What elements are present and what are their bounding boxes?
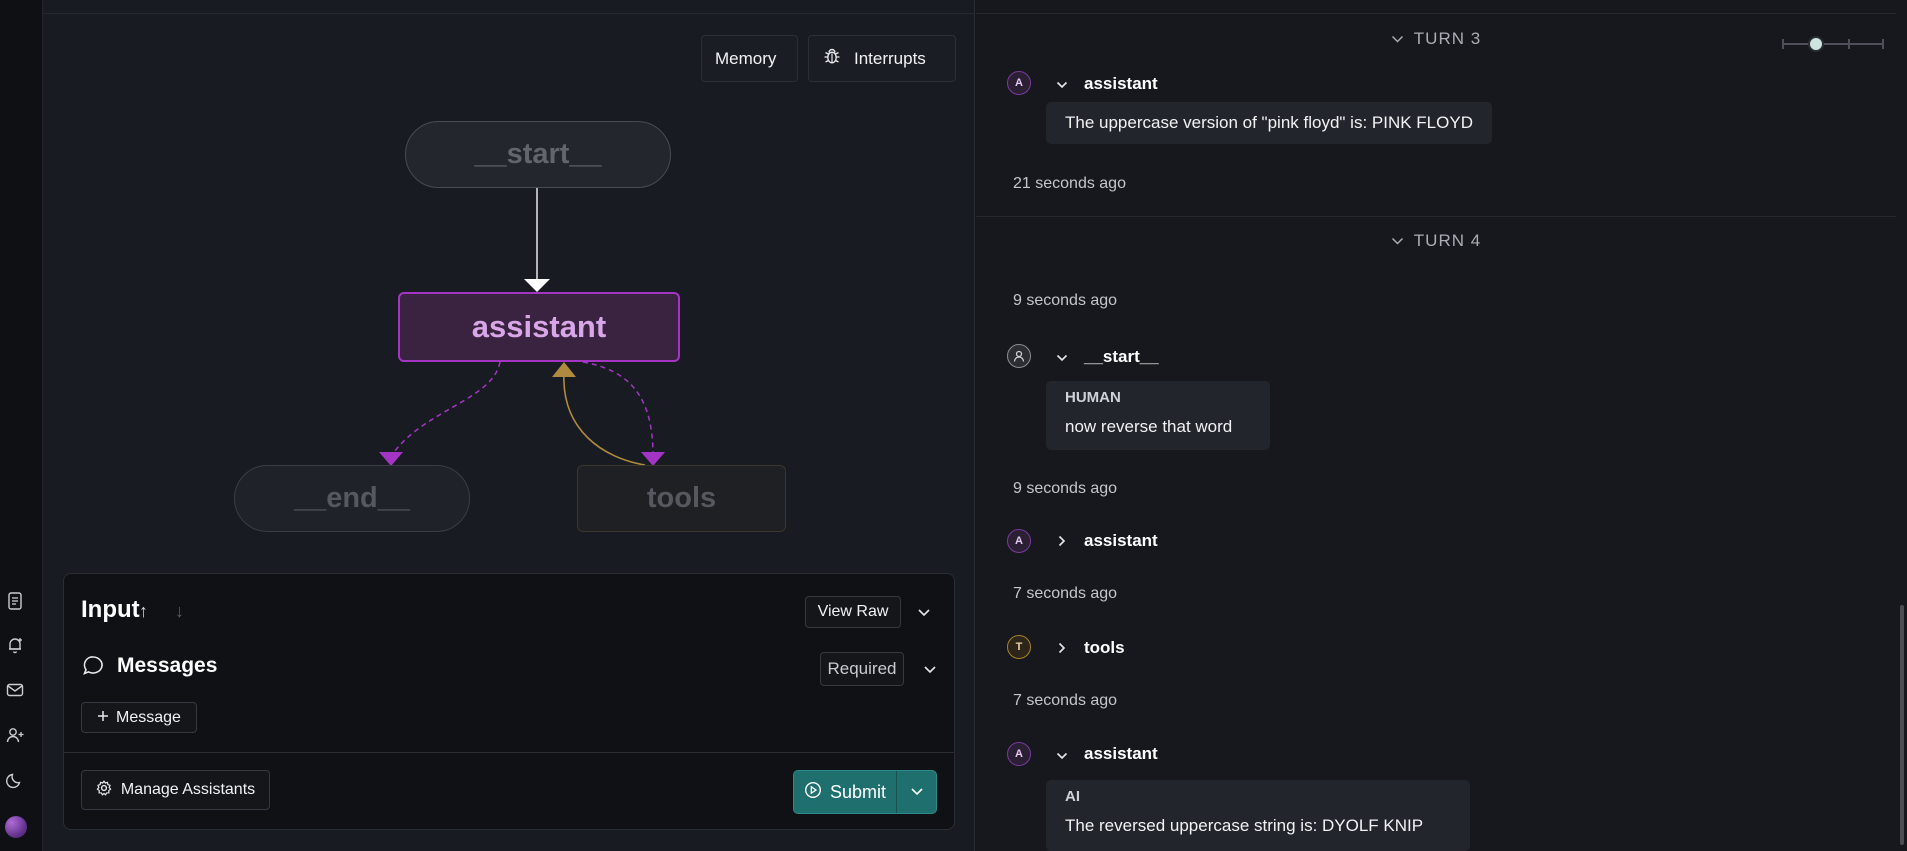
chat-bubble-icon <box>81 654 105 683</box>
ai-role-label: AI <box>1065 788 1080 805</box>
ai-message: AI The reversed uppercase string is: DYO… <box>1046 780 1470 851</box>
node-end[interactable]: __end__ <box>234 465 470 532</box>
turn-4-label: TURN 4 <box>1413 231 1482 250</box>
edge-assistant-arrowhead <box>552 362 576 377</box>
chevron-down-icon <box>1391 231 1404 251</box>
chevron-right-icon[interactable] <box>1054 640 1070 656</box>
edge-assistant-tools <box>582 361 654 456</box>
timestamp: 21 seconds ago <box>1013 175 1126 192</box>
edge-tools-arrowhead <box>641 452 665 466</box>
edge-end-arrowhead <box>379 452 403 466</box>
assistant-avatar: A <box>1007 742 1031 766</box>
timestamp: 7 seconds ago <box>1013 692 1118 709</box>
chevron-down-icon[interactable] <box>1054 748 1070 764</box>
bell-plus-icon[interactable] <box>5 635 25 655</box>
mail-icon[interactable] <box>5 680 25 700</box>
submit-main[interactable]: Submit <box>794 771 897 813</box>
plus-icon <box>97 709 109 727</box>
timestamp: 7 seconds ago <box>1013 585 1118 602</box>
turn-divider <box>976 216 1896 217</box>
chevron-right-icon[interactable] <box>1054 533 1070 549</box>
assistant-avatar: A <box>1007 529 1031 553</box>
turn-3-header[interactable]: TURN 3 <box>976 29 1896 49</box>
document-icon[interactable] <box>5 591 25 611</box>
tools-avatar: T <box>1007 635 1031 659</box>
chevron-down-icon[interactable] <box>919 658 941 680</box>
user-avatar[interactable] <box>5 816 27 838</box>
input-panel: Input ↑ ↓ View Raw Messages Required Mes… <box>63 573 955 830</box>
assistant-node-name[interactable]: assistant <box>1084 74 1158 94</box>
manage-assistants-button[interactable]: Manage Assistants <box>81 770 270 810</box>
human-message: HUMAN now reverse that word <box>1046 381 1270 450</box>
arrow-up-icon[interactable]: ↑ <box>139 601 148 622</box>
edge-start-arrowhead <box>524 279 550 292</box>
timestamp: 9 seconds ago <box>1013 292 1118 309</box>
chevron-down-icon[interactable] <box>1054 350 1070 366</box>
moon-icon[interactable] <box>5 770 25 790</box>
add-message-button[interactable]: Message <box>81 702 197 733</box>
assistant-message-text: The uppercase version of "pink floyd" is… <box>1065 113 1473 132</box>
human-message-text: now reverse that word <box>1065 417 1233 436</box>
gear-icon <box>96 779 112 801</box>
human-role-label: HUMAN <box>1065 389 1121 406</box>
node-start[interactable]: __start__ <box>405 121 671 188</box>
assistant-node-name[interactable]: assistant <box>1084 744 1158 764</box>
chevron-down-icon[interactable] <box>913 601 935 623</box>
input-title: Input <box>81 596 140 623</box>
app: Memory Interrupts __start__ assistant __… <box>0 0 1907 851</box>
edge-assistant-end <box>391 361 501 456</box>
start-node-name[interactable]: __start__ <box>1084 347 1159 367</box>
timestamp: 9 seconds ago <box>1013 480 1118 497</box>
graph-canvas: Memory Interrupts __start__ assistant __… <box>43 0 975 851</box>
graph-edges <box>379 188 665 466</box>
ai-message-text: The reversed uppercase string is: DYOLF … <box>1065 816 1424 835</box>
node-assistant[interactable]: assistant <box>398 292 680 362</box>
chevron-down-icon[interactable] <box>1054 77 1070 93</box>
assistant-message: The uppercase version of "pink floyd" is… <box>1046 102 1492 144</box>
left-rail <box>0 0 43 851</box>
submit-label: Submit <box>829 781 887 802</box>
thread-panel: TURN 3 A assistant The uppercase version… <box>976 0 1907 851</box>
submit-dropdown[interactable] <box>897 771 936 813</box>
assistant-avatar: A <box>1007 71 1031 95</box>
arrow-down-icon[interactable]: ↓ <box>175 601 184 622</box>
add-message-label: Message <box>116 708 181 726</box>
manage-assistants-label: Manage Assistants <box>120 781 256 798</box>
thread-divider <box>976 13 1896 14</box>
node-tools[interactable]: tools <box>577 465 786 532</box>
user-plus-icon[interactable] <box>5 725 25 745</box>
submit-button[interactable]: Submit <box>793 770 937 814</box>
view-raw-label: View Raw <box>817 603 889 620</box>
required-badge: Required <box>820 652 904 686</box>
human-avatar <box>1007 344 1031 368</box>
tools-node-name[interactable]: tools <box>1084 638 1125 658</box>
chevron-down-icon <box>910 783 924 801</box>
turn-4-header[interactable]: TURN 4 <box>976 231 1896 251</box>
play-circle-icon <box>804 781 822 804</box>
input-divider <box>64 752 954 753</box>
turn-3-label: TURN 3 <box>1413 29 1482 48</box>
thread-scrollbar[interactable] <box>1900 605 1904 845</box>
assistant-node-name[interactable]: assistant <box>1084 531 1158 551</box>
messages-title: Messages <box>117 654 218 677</box>
chevron-down-icon <box>1391 29 1404 49</box>
view-raw-button[interactable]: View Raw <box>805 596 901 628</box>
required-label: Required <box>827 659 897 678</box>
